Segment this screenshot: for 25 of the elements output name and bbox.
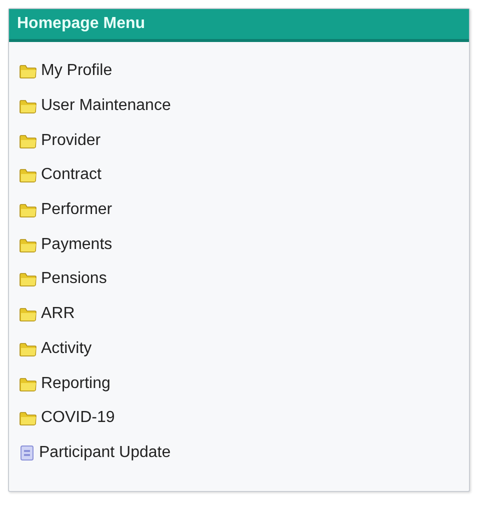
folder-icon xyxy=(19,271,37,288)
menu-item[interactable]: Performer xyxy=(19,192,112,228)
folder-icon xyxy=(19,202,37,218)
menu-item[interactable]: Reporting xyxy=(19,366,110,401)
document-icon xyxy=(19,444,35,461)
menu-item[interactable]: Payments xyxy=(19,227,112,262)
folder-icon xyxy=(19,376,37,392)
menu-item[interactable]: Pensions xyxy=(19,262,107,297)
folder-icon xyxy=(19,167,37,184)
menu-item[interactable]: Participant Update xyxy=(19,436,171,470)
folder-icon xyxy=(19,410,37,426)
folder-icon xyxy=(19,132,37,149)
menu-item[interactable]: Activity xyxy=(19,332,92,366)
panel-title: Homepage Menu xyxy=(9,9,469,42)
menu-item[interactable]: COVID-19 xyxy=(19,400,115,436)
menu-item[interactable]: Provider xyxy=(19,123,101,158)
folder-icon xyxy=(19,98,37,114)
folder-icon xyxy=(19,63,37,80)
menu-item[interactable]: My Profile xyxy=(19,54,112,89)
folder-icon xyxy=(19,236,37,253)
menu-item[interactable]: User Maintenance xyxy=(19,88,171,124)
folder-icon xyxy=(19,306,37,322)
menu-item[interactable]: ARR xyxy=(19,296,75,332)
folder-icon xyxy=(19,340,37,357)
menu-item[interactable]: Contract xyxy=(19,158,102,193)
